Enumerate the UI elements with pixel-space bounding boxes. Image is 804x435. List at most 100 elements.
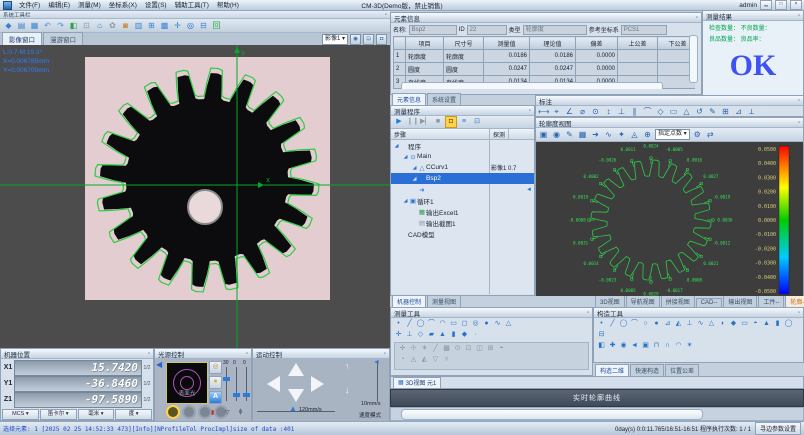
annotation-tool-16-icon[interactable]: ⊿ <box>733 107 744 117</box>
measure-extra-a7-icon[interactable]: ⊡ <box>464 344 473 353</box>
menu-3[interactable]: 测量(M) <box>74 2 105 9</box>
camera-fit-button[interactable]: ⊡ <box>363 34 374 45</box>
z-speed-slider-track[interactable] <box>377 363 378 401</box>
tree-node-insert[interactable]: ➜◄ <box>391 184 534 195</box>
z-up-button[interactable]: ↑ <box>345 361 350 371</box>
zoom-fit-icon[interactable]: ⊡ <box>81 20 92 31</box>
measure-tools-pin-icon[interactable]: ▫ <box>587 310 589 316</box>
camera-tab-1[interactable]: 影像窗口 <box>2 32 42 45</box>
camera-icon[interactable]: ◙ <box>120 20 131 31</box>
col-header-3[interactable]: 尺寸号 <box>444 37 484 50</box>
construct-tool-b7-icon[interactable]: ∩ <box>663 341 672 350</box>
edge-param-button[interactable]: 寻边参数设置 <box>755 422 801 435</box>
construct-tool-b3-icon[interactable]: ◉ <box>619 341 628 350</box>
tree-expander-icon[interactable]: ◢ <box>402 198 409 204</box>
annotation-tool-15-icon[interactable]: ⊞ <box>720 107 731 117</box>
construct-tool-a12-icon[interactable]: ◗ <box>718 319 727 328</box>
grid-icon[interactable]: ▩ <box>159 20 170 31</box>
light-mode-2[interactable] <box>182 405 196 419</box>
light-mode-1[interactable] <box>166 405 180 419</box>
annotation-tool-3-icon[interactable]: ∠ <box>564 107 575 117</box>
measure-tool-b7-icon[interactable]: ◆ <box>460 330 469 339</box>
tree-node-输出截图1[interactable]: ▤输出截图1 <box>391 217 534 228</box>
annotation-tool-13-icon[interactable]: ↺ <box>694 107 705 117</box>
construct-tool-b1-icon[interactable]: ◧ <box>597 341 606 350</box>
measure-tool-a9-icon[interactable]: ● <box>482 319 491 328</box>
annotation-tool-10-icon[interactable]: ◇ <box>655 107 666 117</box>
tree-expander-icon[interactable]: ◢ <box>411 176 418 182</box>
profile-tool-5-icon[interactable]: ➜ <box>590 130 601 140</box>
light-slider-thumb-2[interactable] <box>233 393 240 397</box>
table-row[interactable]: 1轮廓度轮廓度0.01860.01860.00000.0000 <box>394 50 696 63</box>
z-down-button[interactable]: ↓ <box>345 385 350 395</box>
construct-tool-b9-icon[interactable]: ✶ <box>685 341 694 350</box>
realtime-curve-band[interactable]: 实时轮廓曲线 <box>390 389 804 407</box>
col-header-6[interactable]: 偏差 <box>576 37 618 50</box>
field-value-4[interactable]: PCS1 <box>621 25 667 35</box>
construct-tool-a15-icon[interactable]: ◓ <box>751 319 760 328</box>
camera-snapshot-button[interactable]: ◉ <box>350 34 361 45</box>
dock-tab-拼接视图[interactable]: 拼接视图 <box>661 296 695 307</box>
tree-node-循环1[interactable]: ◢▣循环1 <box>391 195 534 206</box>
annotation-tool-17-icon[interactable]: ⟂ <box>746 107 757 117</box>
construct-tool-b4-icon[interactable]: ◄ <box>630 341 639 350</box>
construct-tool-a13-icon[interactable]: ◆ <box>729 319 738 328</box>
bulb-icon[interactable]: ● <box>209 376 222 389</box>
menu-5[interactable]: 设置(S) <box>141 2 171 9</box>
bottom-hscrollbar-thumb[interactable] <box>401 409 703 420</box>
coord-select-4[interactable]: 度 ▾ <box>115 409 152 420</box>
list-button[interactable]: ≡ <box>458 116 470 128</box>
col-header-7[interactable]: 上公差 <box>618 37 658 50</box>
point-mode-select[interactable]: 指定点数 ▾ <box>655 129 690 140</box>
construct-tool-a18-icon[interactable]: ◯ <box>784 319 793 328</box>
measure-extra-a1-icon[interactable]: ✛ <box>398 344 407 353</box>
jog-down-button[interactable] <box>288 389 304 402</box>
construct-tool-a6-icon[interactable]: ● <box>652 319 661 328</box>
field-value-3[interactable]: 轮廓度 <box>523 25 587 35</box>
field-value-1[interactable]: Bsp2 <box>409 25 457 35</box>
tab-构造二维[interactable]: 构造二维 <box>595 364 629 376</box>
annotation-tool-8-icon[interactable]: ∥ <box>629 107 640 117</box>
measure-tool-a8-icon[interactable]: ◎ <box>471 319 480 328</box>
construct-pin-icon[interactable]: ▫ <box>798 310 800 316</box>
profile-tool-9-icon[interactable]: ⊕ <box>642 130 653 140</box>
ring-light-icon[interactable]: ◎ <box>209 361 222 374</box>
measure-tool-b5-icon[interactable]: ▲ <box>438 330 447 339</box>
tab-快速构造[interactable]: 快速构造 <box>630 364 664 376</box>
dock-tab-导航视图[interactable]: 导航视图 <box>626 296 660 307</box>
menu-4[interactable]: 坐标系(X) <box>105 2 141 9</box>
axis-side-toggle[interactable]: 1/2 <box>142 381 152 387</box>
construct-tool-a16-icon[interactable]: ▲ <box>762 319 771 328</box>
profile-tool-4-icon[interactable]: ▦ <box>577 130 588 140</box>
machine-pin-icon[interactable]: ▫ <box>148 351 150 357</box>
construct-tool-a5-icon[interactable]: ○ <box>641 319 650 328</box>
col-header-1[interactable] <box>394 37 406 50</box>
annotation-tool-2-icon[interactable]: ⌖ <box>551 107 562 117</box>
lock-button[interactable]: ◘ <box>445 116 457 128</box>
col-header-5[interactable]: 理论值 <box>530 37 576 50</box>
construct-tool-a14-icon[interactable]: ▭ <box>740 319 749 328</box>
motion-pin-icon[interactable]: ▫ <box>384 351 386 357</box>
expand-button[interactable]: ⊡ <box>471 116 483 128</box>
tree-node-输出Excel1[interactable]: ▦输出Excel1 <box>391 206 534 217</box>
menu-7[interactable]: 帮助(H) <box>213 2 243 9</box>
profile-tool-8-icon[interactable]: ◬ <box>629 130 640 140</box>
construct-tool-a11-icon[interactable]: △ <box>707 319 716 328</box>
dock-tab-输出视图[interactable]: 输出视图 <box>723 296 757 307</box>
measure-extra-a3-icon[interactable]: ✶ <box>420 344 429 353</box>
measure-tool-b3-icon[interactable]: ◇ <box>416 330 425 339</box>
col-header-2[interactable]: 项目 <box>406 37 444 50</box>
tree-expander-icon[interactable]: ◢ <box>402 154 409 160</box>
jog-right-button[interactable] <box>311 376 324 392</box>
redo-icon[interactable]: ↷ <box>55 20 66 31</box>
ring-light-diagram[interactable]: 表面光 <box>166 362 208 404</box>
construct-tool-a2-icon[interactable]: ╱ <box>608 319 617 328</box>
measure-extra-a8-icon[interactable]: ◫ <box>475 344 484 353</box>
measure-tool-a1-icon[interactable]: • <box>394 319 403 328</box>
jog-left-button[interactable] <box>267 376 280 392</box>
measure-tool-b4-icon[interactable]: ▰ <box>427 330 436 339</box>
jog-up-button[interactable] <box>288 363 304 376</box>
dock-tab-轮廓--[interactable]: 轮廓-- <box>785 296 804 307</box>
table-row[interactable]: 2圆度圆度0.02470.02470.00000.0000 <box>394 63 696 76</box>
construct-tool-a9-icon[interactable]: ⊥ <box>685 319 694 328</box>
